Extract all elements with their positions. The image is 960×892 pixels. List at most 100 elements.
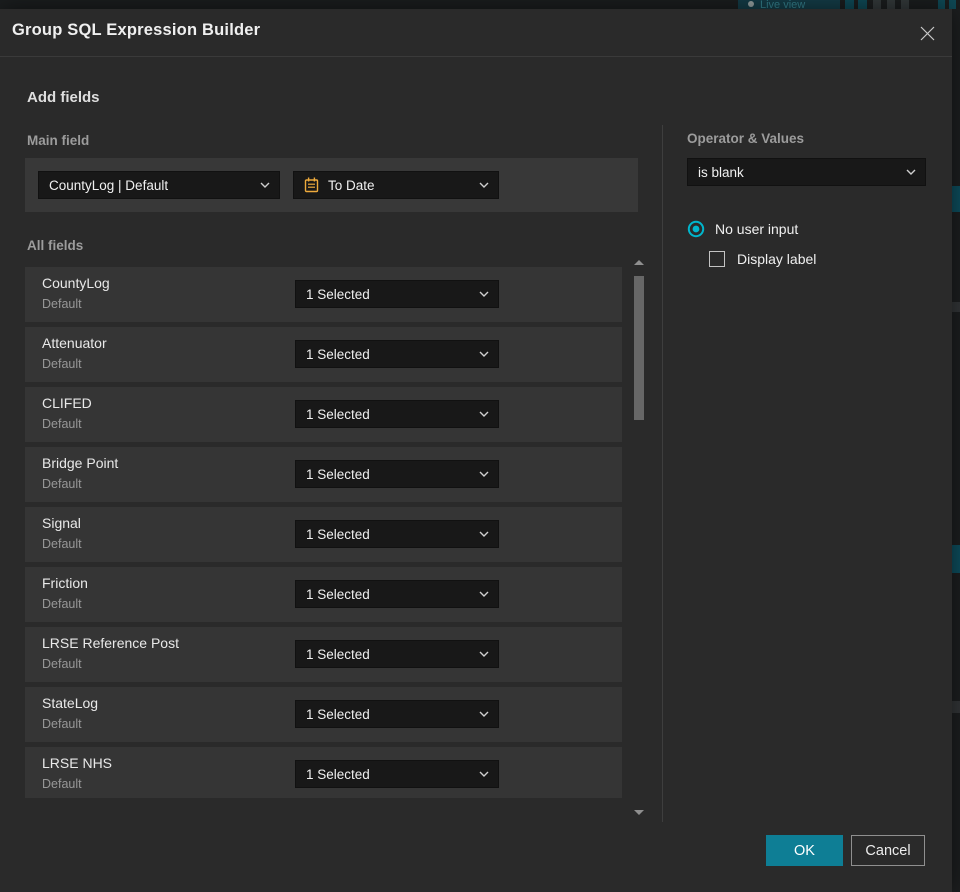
all-fields-list: CountyLog Default 1 Selected Attenuator …	[25, 267, 622, 798]
cancel-button[interactable]: Cancel	[851, 835, 925, 866]
field-selected-dropdown[interactable]: 1 Selected	[295, 400, 499, 428]
chevron-down-icon	[479, 771, 489, 777]
field-selected-value: 1 Selected	[306, 286, 370, 302]
scrollbar-down-arrow-icon[interactable]	[634, 810, 644, 815]
field-row: Bridge Point Default 1 Selected	[25, 447, 622, 502]
field-name: LRSE Reference Post	[42, 635, 179, 651]
field-name: LRSE NHS	[42, 755, 113, 771]
all-fields-label: All fields	[27, 238, 84, 253]
display-label-text: Display label	[737, 251, 817, 267]
chevron-down-icon	[906, 169, 916, 175]
field-sublabel: Default	[42, 477, 82, 491]
background-app-right-sliver	[952, 9, 960, 892]
field-selected-dropdown[interactable]: 1 Selected	[295, 280, 499, 308]
field-selected-dropdown[interactable]: 1 Selected	[295, 460, 499, 488]
field-row: Attenuator Default 1 Selected	[25, 327, 622, 382]
field-selected-value: 1 Selected	[306, 706, 370, 722]
radio-selected-icon	[687, 220, 705, 238]
no-user-input-radio[interactable]: No user input	[687, 220, 798, 238]
field-name: Friction	[42, 575, 88, 591]
list-scrollbar[interactable]	[630, 258, 648, 815]
main-field-select-value: CountyLog | Default	[49, 177, 169, 193]
close-icon[interactable]	[916, 22, 938, 44]
field-sublabel: Default	[42, 777, 82, 791]
field-selected-dropdown[interactable]: 1 Selected	[295, 340, 499, 368]
background-app-top-strip: Live view	[0, 0, 960, 9]
live-dot-icon	[748, 1, 754, 7]
field-name: StateLog	[42, 695, 99, 711]
field-selected-dropdown[interactable]: 1 Selected	[295, 700, 499, 728]
field-selected-value: 1 Selected	[306, 346, 370, 362]
operator-select-value: is blank	[698, 164, 744, 180]
field-selected-value: 1 Selected	[306, 586, 370, 602]
field-row: CountyLog Default 1 Selected	[25, 267, 622, 322]
panel-divider	[662, 125, 663, 822]
field-sublabel: Default	[42, 297, 82, 311]
field-sublabel: Default	[42, 417, 82, 431]
field-sublabel: Default	[42, 717, 82, 731]
chevron-down-icon	[479, 411, 489, 417]
dialog-title: Group SQL Expression Builder	[12, 21, 261, 39]
toolbar-tile	[949, 0, 956, 9]
group-sql-expression-builder-dialog: Group SQL Expression Builder Add fields …	[0, 9, 952, 892]
field-name: Signal	[42, 515, 81, 531]
live-view-button[interactable]: Live view	[738, 0, 840, 9]
chevron-down-icon	[479, 291, 489, 297]
field-selected-value: 1 Selected	[306, 406, 370, 422]
chevron-down-icon	[479, 351, 489, 357]
chevron-down-icon	[479, 471, 489, 477]
field-row: Friction Default 1 Selected	[25, 567, 622, 622]
operator-select[interactable]: is blank	[687, 158, 926, 186]
field-type-select[interactable]: To Date	[293, 171, 499, 199]
live-view-label: Live view	[760, 0, 806, 9]
scrollbar-thumb[interactable]	[634, 276, 644, 420]
field-selected-dropdown[interactable]: 1 Selected	[295, 520, 499, 548]
chevron-down-icon	[479, 651, 489, 657]
field-selected-dropdown[interactable]: 1 Selected	[295, 760, 499, 788]
main-field-select[interactable]: CountyLog | Default	[38, 171, 280, 199]
background-block	[952, 545, 960, 573]
display-label-checkbox-row[interactable]: Display label	[709, 251, 816, 267]
field-selected-value: 1 Selected	[306, 646, 370, 662]
field-selected-dropdown[interactable]: 1 Selected	[295, 640, 499, 668]
field-row: Signal Default 1 Selected	[25, 507, 622, 562]
chevron-down-icon	[479, 182, 489, 188]
field-row: StateLog Default 1 Selected	[25, 687, 622, 742]
no-user-input-label: No user input	[715, 221, 799, 237]
field-name: Attenuator	[42, 335, 107, 351]
toolbar-tile	[938, 0, 945, 9]
checkbox-unchecked-icon[interactable]	[709, 251, 725, 267]
add-fields-heading: Add fields	[27, 89, 100, 106]
field-selected-value: 1 Selected	[306, 526, 370, 542]
field-selected-dropdown[interactable]: 1 Selected	[295, 580, 499, 608]
field-name: CountyLog	[42, 275, 110, 291]
field-sublabel: Default	[42, 597, 82, 611]
background-block	[952, 186, 960, 212]
field-sublabel: Default	[42, 357, 82, 371]
toolbar-tile	[873, 0, 881, 9]
field-sublabel: Default	[42, 537, 82, 551]
chevron-down-icon	[479, 711, 489, 717]
background-block	[952, 302, 960, 312]
main-field-label: Main field	[27, 133, 90, 148]
background-block	[952, 701, 960, 713]
toolbar-tile	[845, 0, 854, 9]
scrollbar-up-arrow-icon[interactable]	[634, 260, 644, 265]
field-selected-value: 1 Selected	[306, 766, 370, 782]
field-row: LRSE NHS Default 1 Selected	[25, 747, 622, 798]
field-sublabel: Default	[42, 657, 82, 671]
chevron-down-icon	[479, 591, 489, 597]
operator-values-label: Operator & Values	[687, 131, 805, 146]
chevron-down-icon	[260, 182, 270, 188]
ok-button[interactable]: OK	[766, 835, 843, 866]
main-field-section: CountyLog | Default To Date	[25, 158, 638, 212]
toolbar-tile	[901, 0, 909, 9]
toolbar-tile	[887, 0, 895, 9]
calendar-icon	[304, 177, 319, 193]
field-row: CLIFED Default 1 Selected	[25, 387, 622, 442]
toolbar-tile	[858, 0, 867, 9]
chevron-down-icon	[479, 531, 489, 537]
field-row: LRSE Reference Post Default 1 Selected	[25, 627, 622, 682]
field-name: Bridge Point	[42, 455, 119, 471]
field-selected-value: 1 Selected	[306, 466, 370, 482]
